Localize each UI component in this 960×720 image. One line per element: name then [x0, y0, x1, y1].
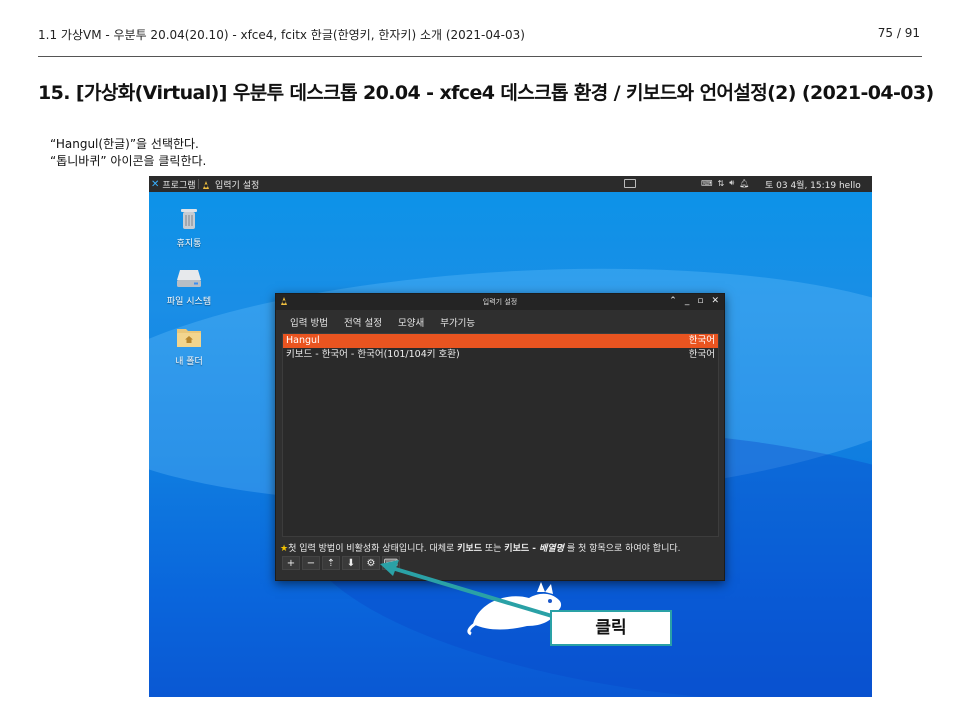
page-indicator: 75 / 91 — [877, 26, 920, 40]
desktop-screenshot: ✕ 프로그램 입력기 설정 ⌨ ⇅ 🔊︎ 🔔︎ 토 03 4월, 15:19 h… — [149, 176, 872, 697]
minimize-icon[interactable]: _ — [685, 296, 690, 306]
status-message: ★첫 입력 방법이 비활성화 상태입니다. 대체로 키보드 또는 키보드 - 배… — [280, 541, 681, 554]
taskbar-item-input-settings[interactable]: 입력기 설정 — [201, 178, 259, 191]
instruction-1: “Hangul(한글)”을 선택한다. — [50, 137, 199, 151]
applications-menu-label: 프로그램 — [162, 181, 196, 191]
desktop-icon-label: 휴지통 — [176, 239, 202, 249]
document-header: 1.1 가상VM - 우분투 20.04(20.10) - xfce4, fci… — [38, 26, 922, 42]
settings-tabs: 입력 방법 전역 설정 모양새 부가기능 — [282, 313, 483, 335]
close-icon[interactable]: ✕ — [711, 296, 719, 306]
tab-input-method[interactable]: 입력 방법 — [282, 313, 336, 335]
tab-addons[interactable]: 부가기능 — [432, 313, 483, 335]
input-method-settings-window: 입력기 설정 ⌃ _ ▫ ✕ 입력 방법 전역 설정 모양새 부가기능 Hang… — [275, 293, 725, 581]
system-tray: ⌨ ⇅ 🔊︎ 🔔︎ — [701, 178, 749, 188]
status-italic-layout: 배열명 — [539, 544, 564, 554]
window-controls: ⌃ _ ▫ ✕ — [669, 296, 719, 306]
status-bold-keyboard-dash: 키보드 - — [504, 544, 540, 554]
configure-gear-button[interactable]: ⚙ — [362, 556, 380, 570]
taskbar-item-label: 입력기 설정 — [215, 181, 260, 191]
top-panel: ✕ 프로그램 입력기 설정 ⌨ ⇅ 🔊︎ 🔔︎ 토 03 4월, 15:19 h… — [149, 176, 872, 192]
star-icon: ★ — [280, 544, 289, 554]
keyboard-layout-button[interactable]: ⌨ — [382, 556, 400, 570]
header-divider — [38, 56, 922, 57]
trash-icon — [181, 209, 197, 229]
status-suffix: 를 첫 항목으로 하여야 합니다. — [563, 544, 681, 554]
bell-icon[interactable]: 🔔︎ — [739, 179, 749, 188]
document-header-text: 1.1 가상VM - 우분투 20.04(20.10) - xfce4, fci… — [38, 28, 525, 42]
move-down-button[interactable]: ⬇ — [342, 556, 360, 570]
desktop-icon-trash[interactable]: 휴지통 — [159, 206, 219, 249]
keyboard-icon[interactable]: ⌨ — [701, 179, 713, 188]
input-method-name: 키보드 - 한국어 - 한국어(101/104키 호환) — [286, 349, 460, 360]
applications-menu-button[interactable]: ✕ 프로그램 — [151, 178, 196, 191]
desktop-icon-filesystem[interactable]: 파일 시스템 — [159, 266, 219, 307]
chevron-up-icon[interactable]: ⌃ — [669, 296, 677, 306]
drive-icon — [177, 270, 201, 287]
panel-separator — [198, 179, 199, 189]
input-method-language: 한국어 — [688, 349, 715, 360]
clock[interactable]: 토 03 4월, 15:19 hello — [765, 178, 861, 191]
input-method-list: Hangul 한국어 키보드 - 한국어 - 한국어(101/104키 호환) … — [282, 333, 719, 537]
desktop-icon-label: 내 폴더 — [175, 357, 203, 367]
desktop-icon-label: 파일 시스템 — [166, 297, 212, 307]
keyboard-indicator-icon[interactable] — [624, 179, 636, 188]
input-method-language: 한국어 — [688, 335, 715, 346]
desktop-icon-home[interactable]: 내 폴더 — [159, 326, 219, 367]
maximize-icon[interactable]: ▫ — [697, 296, 703, 306]
tab-appearance[interactable]: 모양새 — [390, 313, 432, 335]
instruction-2: “톱니바퀴” 아이콘을 클릭한다. — [50, 154, 207, 168]
window-title: 입력기 설정 — [482, 298, 518, 306]
remove-button[interactable]: − — [302, 556, 320, 570]
volume-icon[interactable]: 🔊︎ — [729, 178, 734, 188]
list-item-keyboard-korean[interactable]: 키보드 - 한국어 - 한국어(101/104키 호환) 한국어 — [283, 348, 718, 362]
tab-global-settings[interactable]: 전역 설정 — [336, 313, 390, 335]
move-up-button[interactable]: ⇡ — [322, 556, 340, 570]
status-prefix: 첫 입력 방법이 비활성화 상태입니다. 대체로 — [288, 544, 458, 554]
list-toolbar: + − ⇡ ⬇ ⚙ ⌨ — [282, 556, 400, 570]
xfce-logo-icon: ✕ — [151, 179, 160, 190]
fcitx-penguin-icon — [203, 180, 209, 189]
add-button[interactable]: + — [282, 556, 300, 570]
home-folder-icon — [177, 329, 201, 347]
list-item-hangul[interactable]: Hangul 한국어 — [283, 334, 718, 348]
status-bold-keyboard: 키보드 — [457, 544, 482, 554]
network-icon[interactable]: ⇅ — [718, 179, 725, 188]
status-mid: 또는 — [482, 544, 505, 554]
window-titlebar[interactable]: 입력기 설정 ⌃ _ ▫ ✕ — [276, 294, 724, 310]
page-title: 15. [가상화(Virtual)] 우분투 데스크톱 20.04 - xfce… — [38, 82, 934, 104]
input-method-name: Hangul — [286, 335, 320, 346]
callout-click-label: 클릭 — [550, 610, 672, 646]
